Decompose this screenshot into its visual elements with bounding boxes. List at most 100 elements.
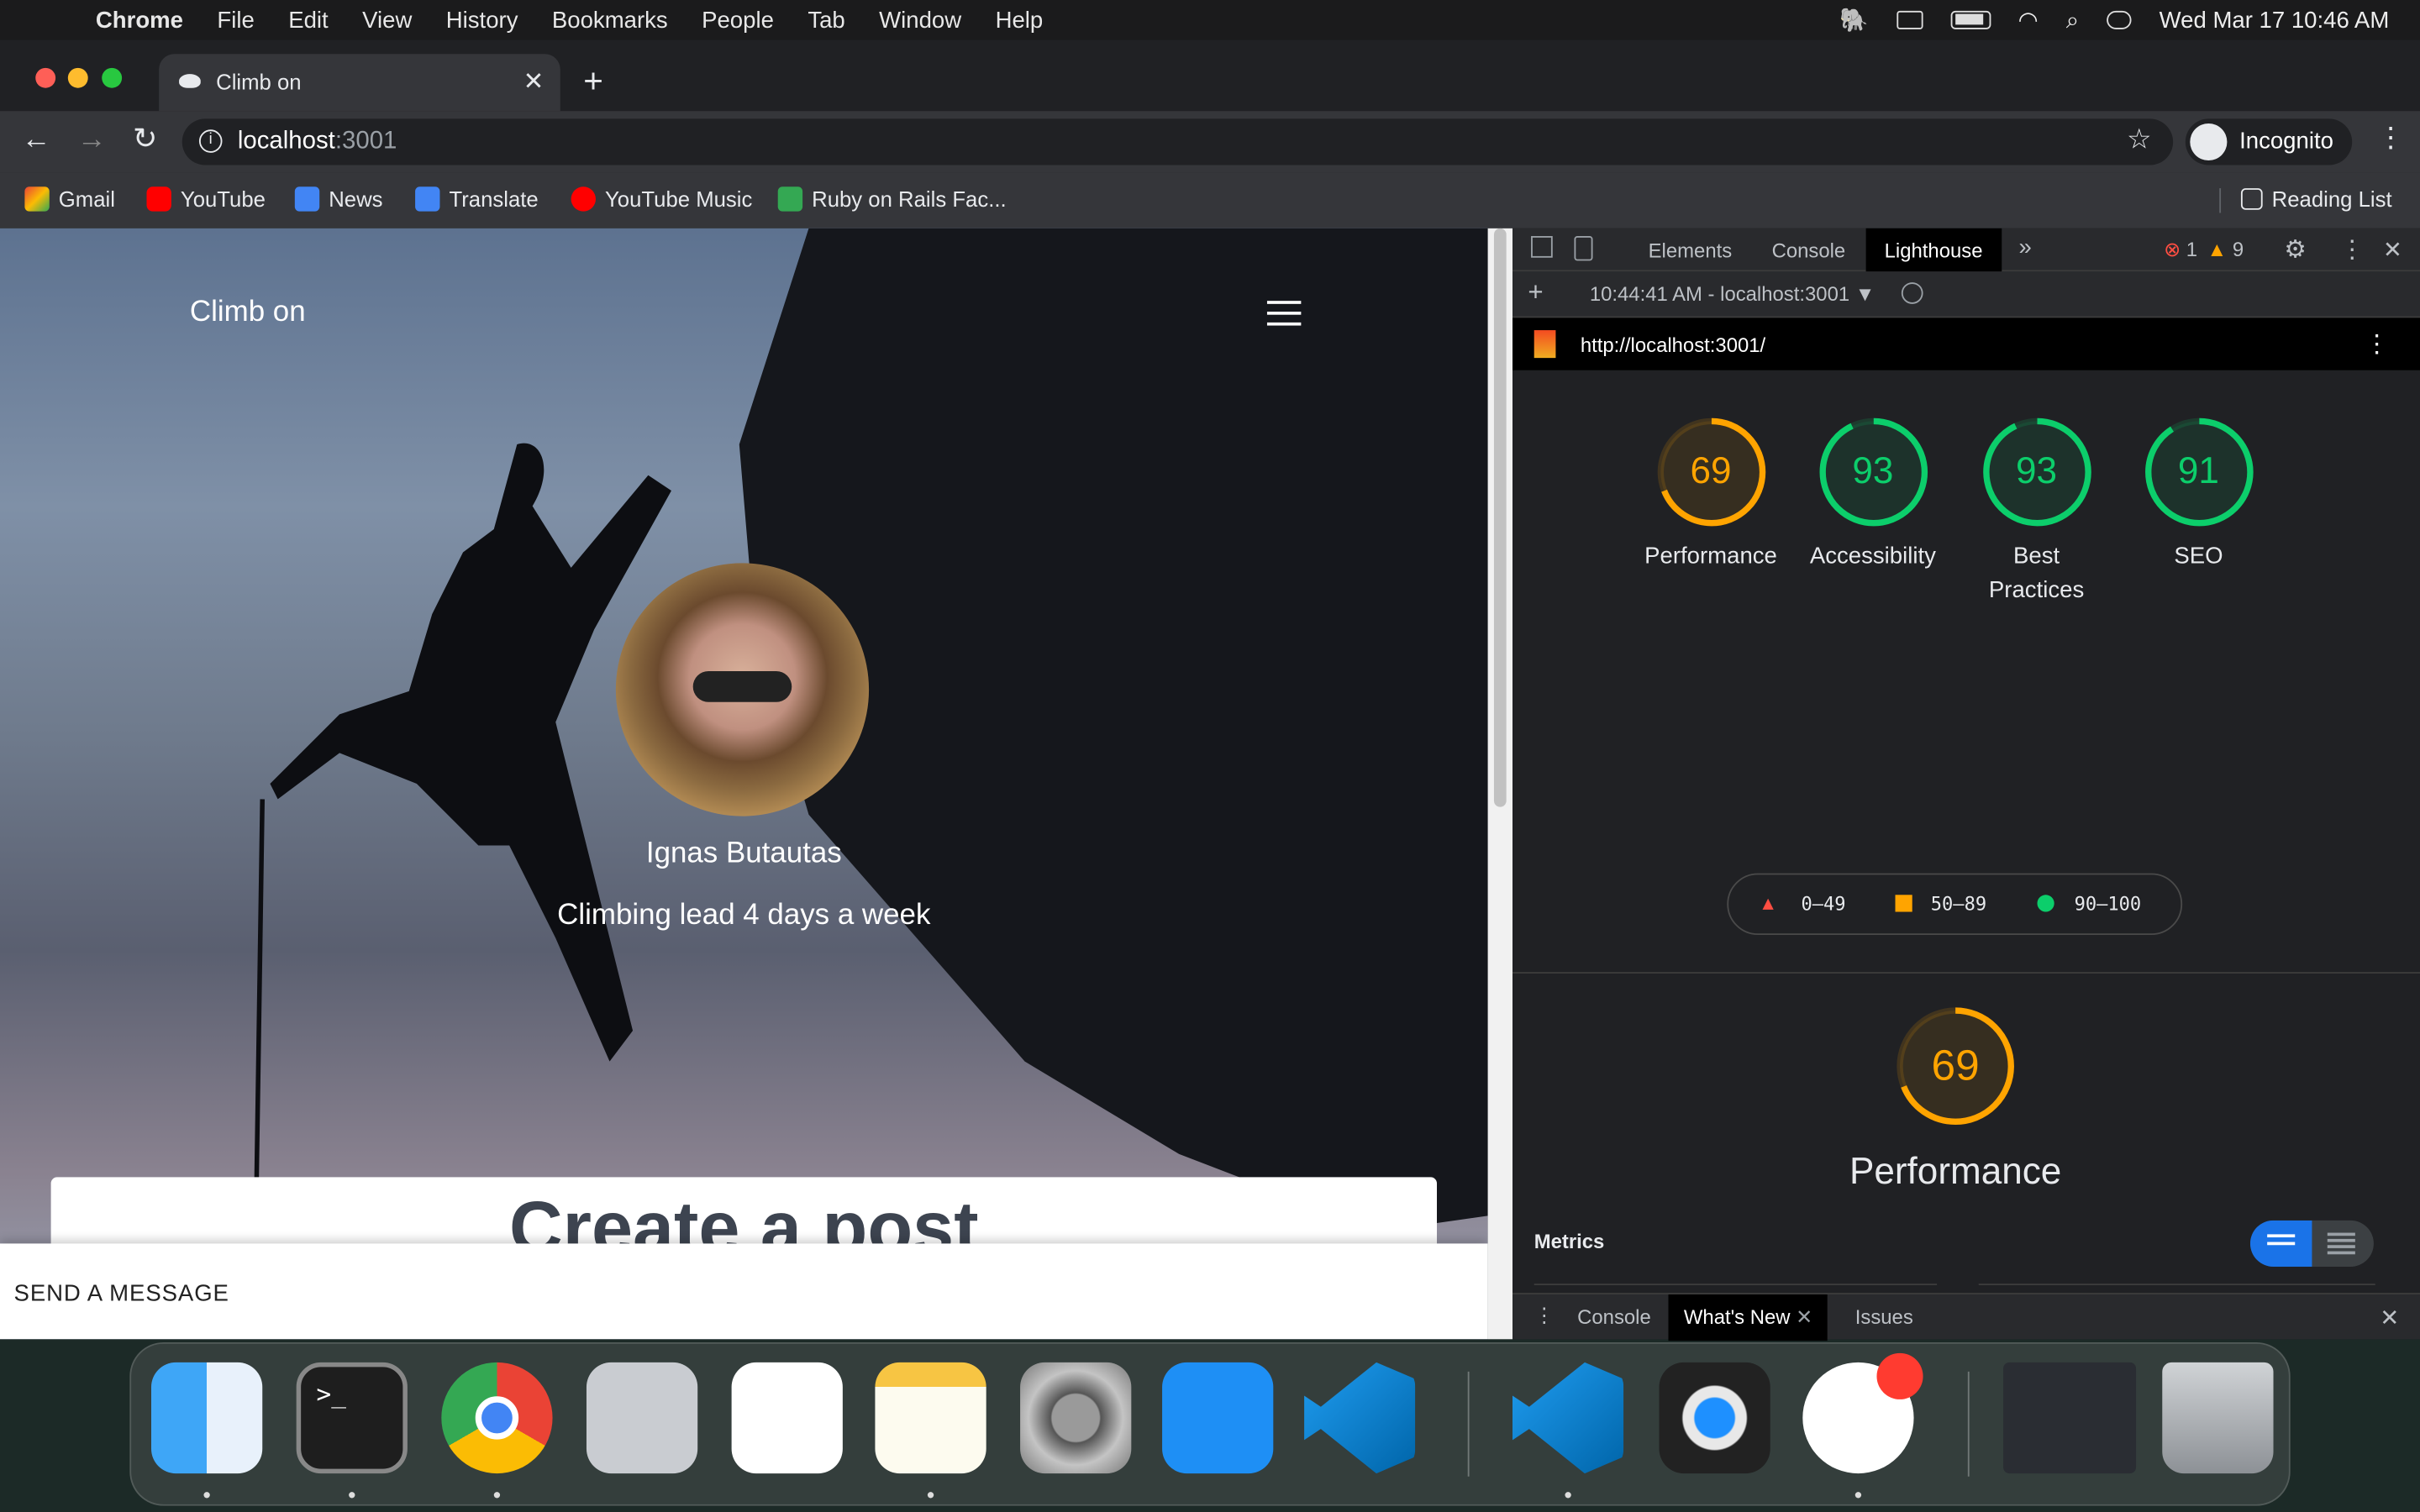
close-devtools-icon[interactable]: ✕ (2383, 236, 2402, 264)
legend-average: 50–89 (1930, 893, 1987, 916)
control-center-icon[interactable] (2107, 10, 2132, 29)
clock[interactable]: Wed Mar 17 10:46 AM (2160, 7, 2390, 33)
lighthouse-logo-icon (1534, 330, 1556, 359)
page-scrollbar[interactable] (1487, 228, 1513, 1340)
bookmark-translate[interactable]: Translate (415, 186, 539, 212)
bookmark-label: Ruby on Rails Fac... (812, 186, 1007, 212)
close-window-button[interactable] (35, 67, 56, 88)
report-url[interactable]: http://localhost:3001/ (1581, 333, 1765, 357)
reload-icon[interactable]: ↻ (133, 122, 157, 157)
info-icon[interactable]: i (198, 129, 223, 153)
clear-reports-icon[interactable] (1901, 282, 1923, 304)
vscode-icon[interactable] (1512, 1362, 1624, 1474)
tab-elements[interactable]: Elements (1649, 239, 1733, 263)
drawer-tab-issues[interactable]: Issues (1855, 1305, 1913, 1329)
settings-gear-icon[interactable]: ⚙ (2284, 234, 2306, 265)
forward-icon[interactable]: → (77, 123, 107, 157)
metrics-view-toggle[interactable] (2249, 1220, 2374, 1267)
keyboard-icon[interactable] (1896, 10, 1923, 29)
drawer-tab-console[interactable]: Console (1577, 1305, 1651, 1329)
trash-icon[interactable] (2162, 1362, 2274, 1474)
error-count-badge[interactable]: ⊗ 1 (2164, 238, 2197, 262)
incognito-label: Incognito (2239, 128, 2333, 155)
bookmark-ruby-on-rails[interactable]: Ruby on Rails Fac... (777, 186, 1007, 212)
terminal-icon[interactable]: >_ (296, 1362, 408, 1474)
running-indicator (349, 1492, 355, 1499)
compact-view-button[interactable] (2249, 1220, 2312, 1267)
tab-console[interactable]: Console (1772, 239, 1846, 263)
close-tab-icon[interactable]: ✕ (1796, 1305, 1812, 1329)
window-thumbnail[interactable] (2003, 1362, 2137, 1474)
finder-icon[interactable] (151, 1362, 263, 1474)
menu-app-name[interactable]: Chrome (96, 7, 183, 33)
chrome-menu-icon[interactable]: ⋮ (2377, 122, 2405, 155)
running-indicator (203, 1492, 210, 1499)
inspect-element-icon[interactable] (1531, 236, 1553, 258)
system-preferences-icon[interactable] (1020, 1362, 1132, 1474)
address-bar[interactable]: i localhost:3001 ☆ (182, 118, 2174, 165)
zoom-window-button[interactable] (102, 67, 123, 88)
mail-icon[interactable] (1162, 1362, 1274, 1474)
tab-climb-on[interactable]: Climb on ✕ (159, 54, 560, 112)
device-toolbar-icon[interactable] (1574, 236, 1593, 261)
tab-title: Climb on (216, 69, 302, 95)
search-icon[interactable]: ⌕ (2066, 7, 2079, 33)
back-icon[interactable]: ← (22, 123, 51, 157)
wifi-icon[interactable]: ◠ (2018, 6, 2039, 34)
expanded-view-icon[interactable] (2327, 1232, 2355, 1236)
rails-clock-icon (777, 186, 803, 212)
metric-row[interactable]: First Contentful Paint2.2 s (1534, 1284, 1938, 1293)
menu-help[interactable]: Help (996, 7, 1044, 33)
menu-history[interactable]: History (446, 7, 518, 33)
scrollbar-thumb[interactable] (1493, 228, 1507, 807)
hamburger-menu-icon[interactable] (1266, 301, 1302, 326)
site-brand[interactable]: Climb on (190, 297, 306, 330)
menu-bookmarks[interactable]: Bookmarks (552, 7, 668, 33)
report-selector[interactable]: 10:44:41 AM - localhost:3001 ▼ (1590, 282, 1876, 306)
reminders-icon[interactable] (731, 1362, 843, 1474)
new-report-icon[interactable]: + (1528, 278, 1543, 309)
gauge-best-practices[interactable]: 93 Best Practices (1955, 417, 2118, 608)
close-drawer-icon[interactable]: ✕ (2380, 1304, 2399, 1331)
menu-edit[interactable]: Edit (288, 7, 328, 33)
drawer-tab-whats-new[interactable]: What's New ✕ (1668, 1294, 1828, 1341)
drawer-menu-icon[interactable]: ⋮ (1534, 1304, 1555, 1328)
gauge-accessibility[interactable]: 93 Accessibility (1791, 417, 1954, 574)
devtools-menu-icon[interactable]: ⋮ (2339, 234, 2364, 265)
more-tabs-icon[interactable]: » (2018, 234, 2031, 260)
score-value: 93 (2016, 450, 2058, 492)
reading-list-button[interactable]: Reading List (2240, 186, 2392, 212)
minimize-window-button[interactable] (67, 67, 88, 88)
battery-icon[interactable] (1949, 10, 1991, 29)
chrome-icon[interactable] (441, 1362, 553, 1474)
new-tab-button[interactable]: + (583, 61, 603, 102)
vscode-icon[interactable] (1304, 1362, 1416, 1474)
bookmark-label: Translate (449, 186, 539, 212)
gauge-seo[interactable]: 91 SEO (2118, 417, 2280, 574)
menu-view[interactable]: View (362, 7, 412, 33)
warning-count-badge[interactable]: ▲ 9 (2207, 238, 2244, 261)
metrics-heading: Metrics (1534, 1229, 1605, 1253)
bookmark-gmail[interactable]: Gmail (24, 186, 115, 212)
elephant-icon[interactable]: 🐘 (1839, 6, 1868, 34)
gauge-performance[interactable]: 69 Performance (1630, 417, 1792, 574)
launchpad-icon[interactable] (586, 1362, 698, 1474)
incognito-chip[interactable]: Incognito (2185, 118, 2353, 165)
bookmark-youtube[interactable]: YouTube (146, 186, 266, 212)
close-tab-icon[interactable]: ✕ (523, 66, 544, 97)
menu-people[interactable]: People (702, 7, 774, 33)
menu-tab[interactable]: Tab (808, 7, 844, 33)
menu-file[interactable]: File (217, 7, 254, 33)
quicktime-icon[interactable] (1659, 1362, 1770, 1474)
send-message-bar[interactable]: SEND A MESSAGE (0, 1243, 1488, 1340)
notes-icon[interactable] (875, 1362, 986, 1474)
slack-icon[interactable] (1802, 1352, 1923, 1474)
tab-lighthouse[interactable]: Lighthouse (1865, 228, 2002, 272)
report-menu-icon[interactable]: ⋮ (2365, 328, 2389, 360)
performance-title: Performance (1849, 1151, 2062, 1193)
menu-window[interactable]: Window (879, 7, 961, 33)
metric-row[interactable]: Time to Interactive2.2 s (1978, 1284, 2375, 1293)
bookmark-youtube-music[interactable]: YouTube Music (571, 186, 752, 212)
bookmark-star-icon[interactable]: ☆ (2127, 123, 2152, 156)
bookmark-news[interactable]: News (294, 186, 383, 212)
